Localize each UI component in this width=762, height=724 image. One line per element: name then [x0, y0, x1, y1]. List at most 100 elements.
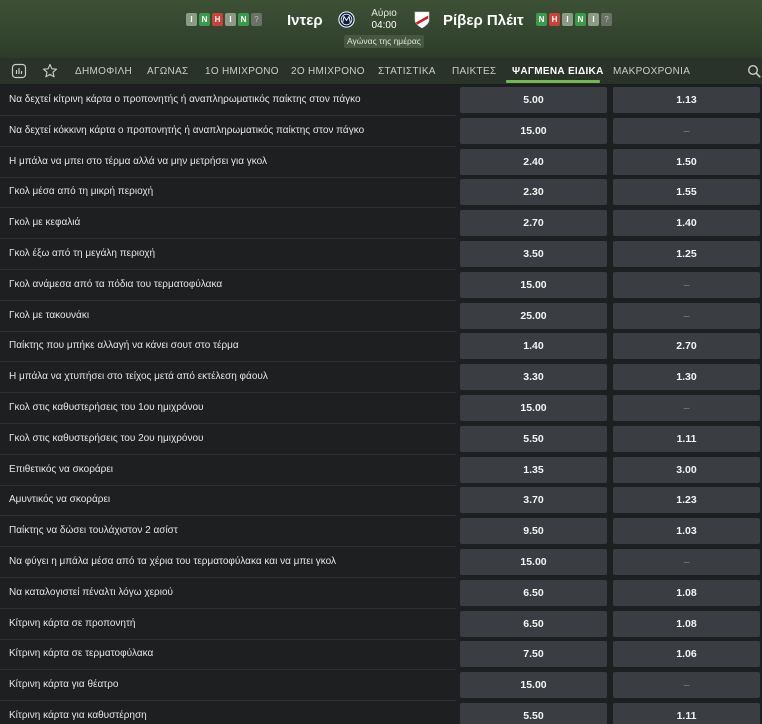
market-row: Παίκτης να δώσει τουλάχιστον 2 ασίστ 9.50… [0, 516, 762, 548]
tab-statistics[interactable]: ΣΤΑΤΙΣΤΙΚΑ [378, 58, 436, 85]
market-label: Να φύγει η μπάλα μέσα από τα χέρια του τ… [9, 556, 336, 567]
odds-no-button: – [613, 117, 760, 144]
odds-no-button[interactable]: 2.70 [613, 333, 760, 360]
tab-players[interactable]: ΠΑΙΚΤΕΣ [452, 58, 496, 85]
odds-yes-button[interactable]: 7.50 [460, 641, 607, 668]
odds-yes-button[interactable]: 3.70 [460, 487, 607, 514]
odds-no-button[interactable]: 1.03 [613, 518, 760, 545]
market-label: Παίκτης να δώσει τουλάχιστον 2 ασίστ [9, 525, 178, 537]
odds-no-button: – [613, 271, 760, 298]
market-tabs-bar: ΔΗΜΟΦΙΛΗ ΑΓΩΝΑΣ 1Ο ΗΜΙΧΡΟΝΟ 2Ο ΗΜΙΧΡΟΝΟ … [0, 58, 762, 85]
market-row: Να καταλογιστεί πέναλτι λόγω χεριού 6.50 1… [0, 578, 762, 609]
search-icon[interactable] [747, 63, 761, 79]
market-row: Γκολ στις καθυστερήσεις του 1ου ημιχρόνο… [0, 393, 762, 424]
tab-match[interactable]: ΑΓΩΝΑΣ [147, 58, 189, 85]
market-row: Γκολ έξω από τη μεγάλη περιοχή 3.50 1.25 [0, 239, 762, 270]
away-form-result: Η [549, 13, 560, 26]
odds-no-button[interactable]: 1.55 [613, 179, 760, 206]
odds-no-button[interactable]: 1.08 [613, 579, 760, 606]
odds-no-button[interactable]: 1.06 [613, 641, 760, 668]
odds-no-button[interactable]: 1.40 [613, 210, 760, 237]
odds-yes-button[interactable]: 9.50 [460, 518, 607, 545]
market-label: Κίτρινη κάρτα σε προπονητή [9, 617, 136, 629]
market-row: Κίτρινη κάρτα σε προπονητή 6.50 1.08 [0, 609, 762, 640]
odds-yes-button[interactable]: 15.00 [460, 395, 607, 421]
odds-yes-button[interactable]: 5.50 [460, 703, 607, 724]
odds-yes-button[interactable]: 2.70 [460, 210, 607, 237]
star-icon[interactable] [42, 63, 58, 79]
odds-yes-button[interactable]: 6.50 [460, 579, 607, 606]
market-label: Επιθετικός να σκοράρει [9, 463, 114, 475]
kickoff-hour: 04:00 [371, 20, 397, 31]
market-row: Γκολ ανάμεσα από τα πόδια του τερματοφύλ… [0, 270, 762, 301]
odds-yes-button[interactable]: 15.00 [460, 117, 607, 144]
odds-yes-button[interactable]: 2.40 [460, 148, 607, 175]
away-form-result: Ι [588, 13, 599, 26]
away-form-result: Ν [536, 13, 547, 26]
odds-no-button[interactable]: 1.11 [613, 425, 760, 452]
odds-no-button[interactable]: 1.13 [613, 87, 760, 113]
active-tab-indicator [506, 80, 600, 83]
odds-yes-button[interactable]: 25.00 [460, 302, 607, 329]
odds-yes-button[interactable]: 3.30 [460, 364, 607, 391]
tab-second-half[interactable]: 2Ο ΗΜΙΧΡΟΝΟ [291, 58, 365, 85]
match-header: Ι Ν Η Ι Ν ? Ιντερ Αύριο 04:00 Ρίβερ Πλέι… [0, 0, 762, 58]
odds-no-button: – [613, 672, 760, 699]
odds-yes-button[interactable]: 5.00 [460, 87, 607, 113]
kickoff-time: Αύριο 04:00 [352, 8, 416, 32]
market-label: Να δεχτεί κόκκινη κάρτα ο προπονητής ή α… [9, 124, 365, 136]
market-row: Η μπάλα να χτυπήσει στο τείχος μετά από … [0, 362, 762, 394]
odds-yes-button[interactable]: 1.40 [460, 333, 607, 360]
away-form-result: Ι [562, 13, 573, 26]
odds-no-button[interactable]: 1.50 [613, 148, 760, 175]
market-label: Γκολ έξω από τη μεγάλη περιοχή [9, 248, 156, 259]
home-form-result: ? [251, 13, 262, 26]
market-row: Να δεχτεί κόκκινη κάρτα ο προπονητής ή α… [0, 116, 762, 147]
market-row: Η μπάλα να μπει στο τέρμα αλλά να μην με… [0, 147, 762, 178]
market-row: Γκολ στις καθυστερήσεις του 2ου ημιχρόνο… [0, 424, 762, 455]
match-of-the-day-badge: Αγώνας της ημέρας [344, 35, 424, 48]
odds-no-button[interactable]: 1.30 [613, 364, 760, 391]
home-form-result: Ν [199, 13, 210, 26]
river-plate-crest-icon [414, 11, 430, 29]
tab-first-half[interactable]: 1Ο ΗΜΙΧΡΟΝΟ [205, 58, 279, 85]
odds-yes-button[interactable]: 2.30 [460, 179, 607, 206]
odds-yes-button[interactable]: 15.00 [460, 672, 607, 699]
market-label: Κίτρινη κάρτα για θέατρο [9, 679, 119, 691]
market-row: Γκολ μέσα από τη μικρή περιοχή 2.30 1.55 [0, 177, 762, 209]
odds-yes-button[interactable]: 15.00 [460, 271, 607, 298]
odds-no-button[interactable]: 1.08 [613, 610, 760, 637]
odds-no-button: – [613, 302, 760, 329]
odds-yes-button[interactable]: 5.50 [460, 425, 607, 452]
away-form-result: ? [601, 13, 612, 26]
tab-popular[interactable]: ΔΗΜΟΦΙΛΗ [75, 58, 132, 85]
odds-no-button[interactable]: 1.23 [613, 487, 760, 514]
odds-yes-button[interactable]: 3.50 [460, 241, 607, 267]
home-form-strip: Ι Ν Η Ι Ν ? [186, 13, 262, 26]
market-row: Γκολ με κεφαλιά 2.70 1.40 [0, 208, 762, 240]
market-label: Γκολ μέσα από τη μικρή περιοχή [9, 186, 154, 198]
market-row: Να φύγει η μπάλα μέσα από τα χέρια του τ… [0, 547, 762, 578]
market-label: Γκολ ανάμεσα από τα πόδια του τερματοφύλ… [9, 278, 223, 290]
away-team-name[interactable]: Ρίβερ Πλέιτ [443, 12, 524, 29]
home-form-result: Ι [225, 13, 236, 26]
home-team-name[interactable]: Ιντερ [287, 12, 323, 29]
odds-yes-button[interactable]: 1.35 [460, 456, 607, 483]
market-label: Γκολ με τακουνάκι [9, 309, 90, 321]
market-label: Κίτρινη κάρτα για καθυστέρηση [9, 710, 147, 721]
odds-no-button[interactable]: 1.25 [613, 241, 760, 267]
kickoff-day: Αύριο [371, 8, 397, 19]
odds-yes-button[interactable]: 6.50 [460, 610, 607, 637]
market-row: Κίτρινη κάρτα σε τερματοφύλακα 7.50 1.06 [0, 639, 762, 671]
home-form-result: Ν [238, 13, 249, 26]
odds-no-button[interactable]: 1.11 [613, 703, 760, 724]
odds-no-button: – [613, 395, 760, 421]
odds-no-button[interactable]: 3.00 [613, 456, 760, 483]
market-row: Κίτρινη κάρτα για θέατρο 15.00– [0, 670, 762, 702]
stats-icon[interactable] [11, 63, 27, 79]
tab-long-term[interactable]: ΜΑΚΡΟΧΡΟΝΙΑ [613, 58, 690, 85]
market-row: Αμυντικός να σκοράρει 3.70 1.23 [0, 485, 762, 517]
odds-yes-button[interactable]: 15.00 [460, 549, 607, 575]
market-row: Παίκτης που μπήκε αλλαγή να κάνει σουτ σ… [0, 331, 762, 363]
odds-no-button: – [613, 549, 760, 575]
